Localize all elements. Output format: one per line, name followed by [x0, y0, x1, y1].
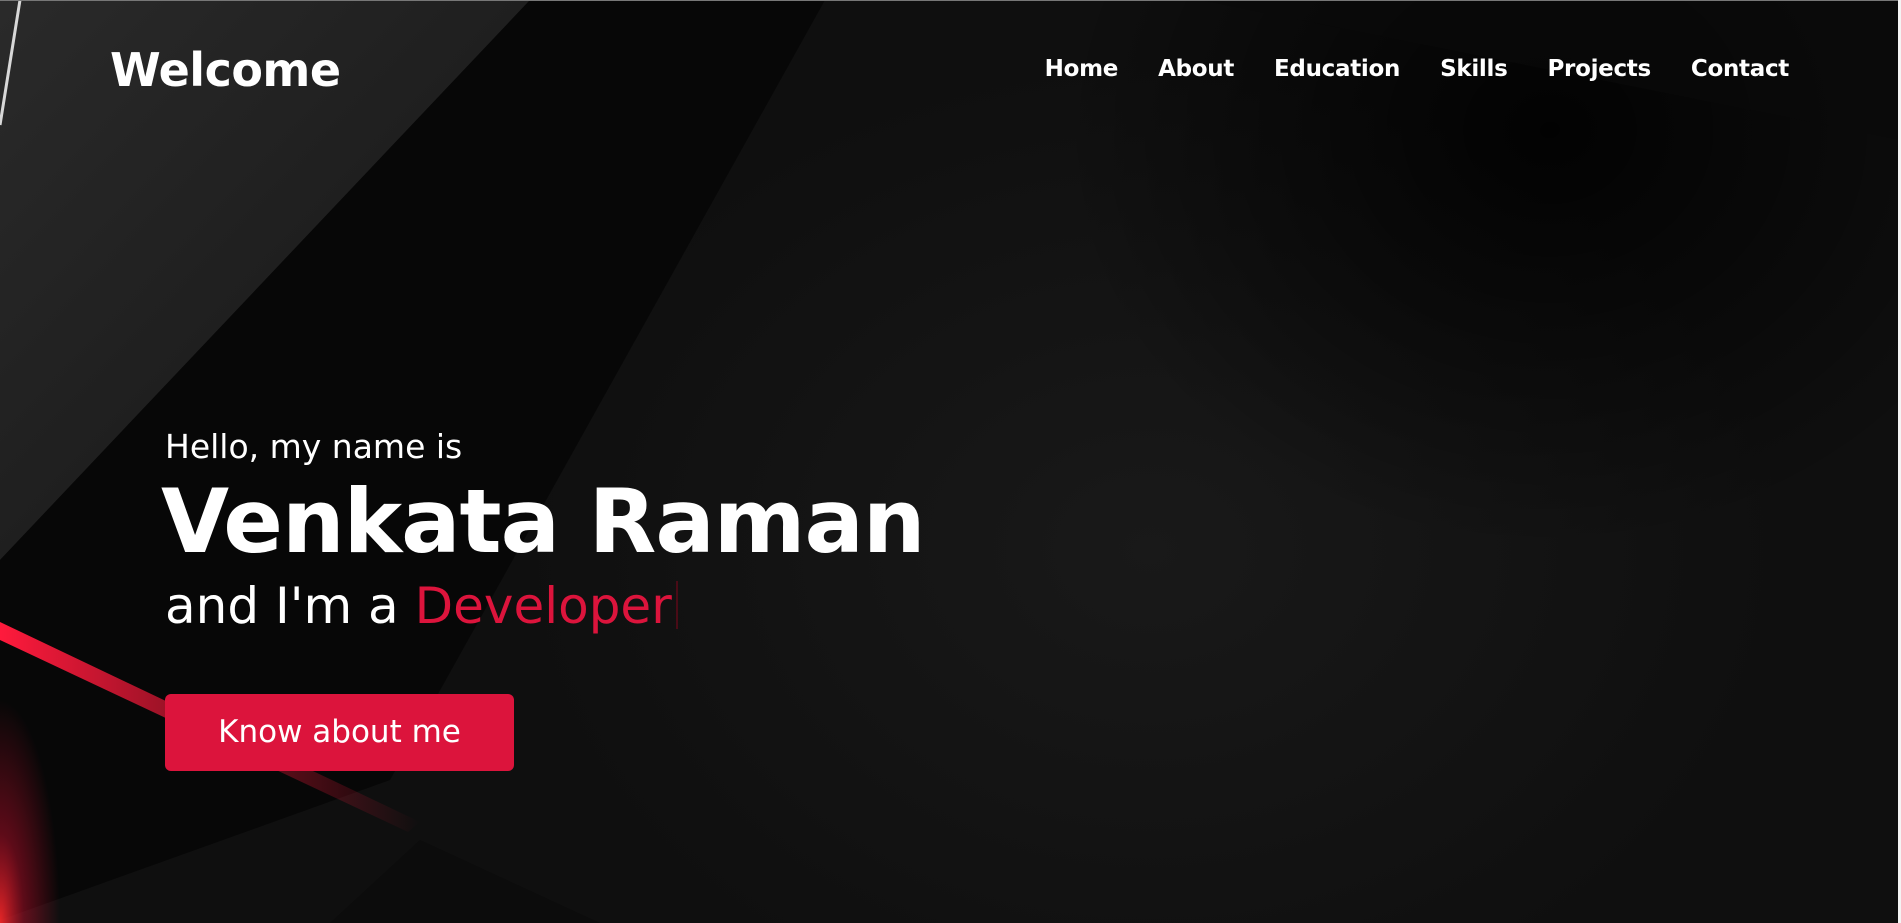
nav-link-contact[interactable]: Contact: [1691, 56, 1789, 82]
know-about-me-button[interactable]: Know about me: [165, 694, 514, 771]
nav-item-contact: Contact: [1691, 54, 1789, 84]
nav-link-home[interactable]: Home: [1045, 56, 1119, 82]
nav-link-education[interactable]: Education: [1274, 56, 1400, 82]
nav-link-projects[interactable]: Projects: [1547, 56, 1651, 82]
hero-greeting: Hello, my name is: [165, 427, 463, 466]
nav-item-skills: Skills: [1440, 54, 1508, 84]
bg-facet-bottom: [330, 840, 600, 923]
typing-caret: [675, 581, 678, 629]
nav-item-education: Education: [1274, 54, 1400, 84]
hero-role-prefix: and I'm a: [165, 577, 415, 635]
hero-role-line: and I'm a Developer: [165, 572, 1065, 640]
hero-section: Hello, my name is Venkata Raman and I'm …: [161, 425, 1065, 771]
bg-red-glow: [0, 700, 60, 923]
page: Welcome Home About Education Skills Proj…: [0, 0, 1901, 923]
nav-link-about[interactable]: About: [1158, 56, 1234, 82]
site-logo[interactable]: Welcome: [110, 42, 341, 98]
nav-item-projects: Projects: [1547, 54, 1651, 84]
nav-link-skills[interactable]: Skills: [1440, 56, 1508, 82]
navbar: Welcome Home About Education Skills Proj…: [0, 0, 1901, 140]
hero-name: Venkata Raman: [161, 470, 926, 573]
nav-item-about: About: [1158, 54, 1234, 84]
nav-menu: Home About Education Skills Projects Con…: [1045, 54, 1790, 84]
hero-role-typed: Developer: [414, 577, 672, 635]
nav-item-home: Home: [1045, 54, 1119, 84]
